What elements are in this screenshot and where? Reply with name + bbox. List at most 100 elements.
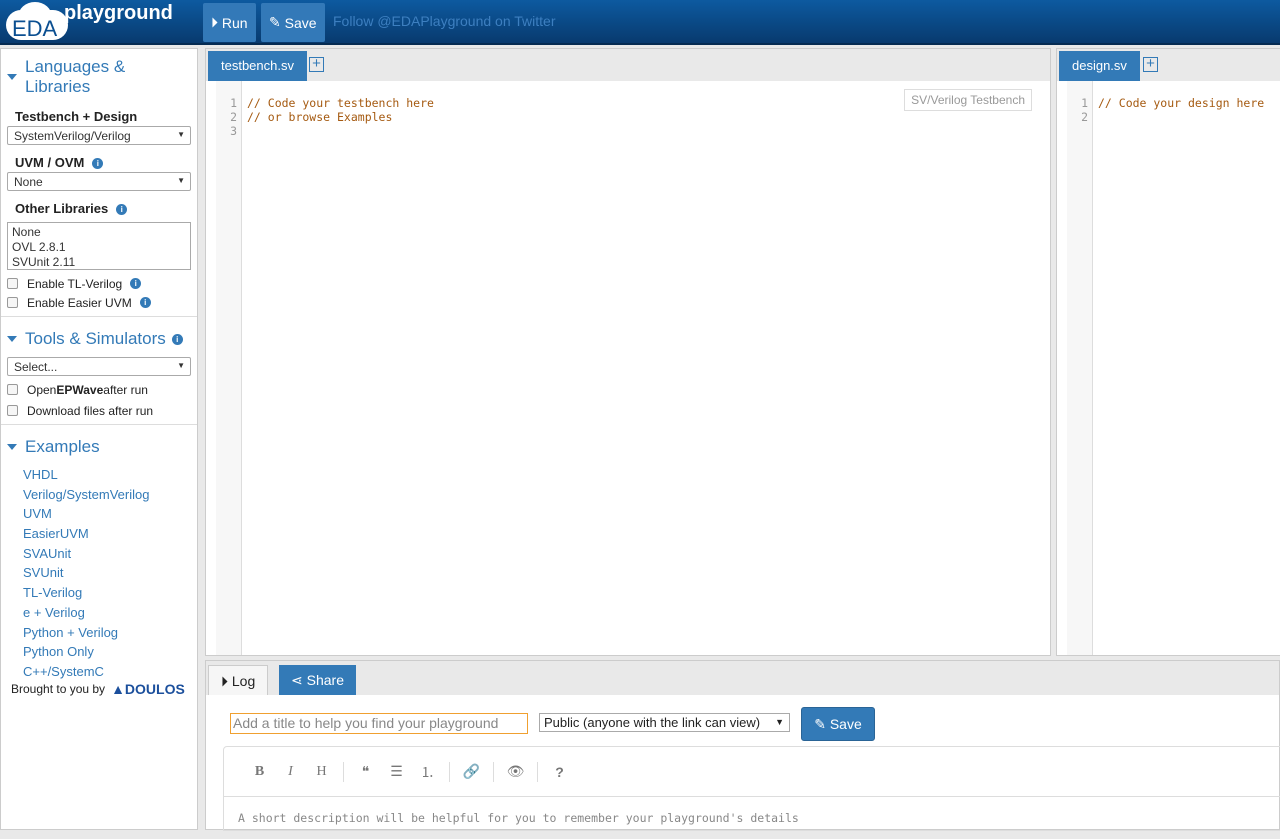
tab-share[interactable]: ⋖ Share: [279, 665, 356, 695]
example-link[interactable]: EasierUVM: [1, 524, 197, 544]
design-code[interactable]: // Code your design here: [1098, 96, 1264, 110]
epwave-post: after run: [103, 382, 148, 397]
bold-icon[interactable]: B: [244, 764, 275, 780]
example-link[interactable]: Python + Verilog: [1, 623, 197, 643]
testbench-panel: testbench.sv + 123 // Code your testbenc…: [205, 48, 1051, 656]
example-link[interactable]: e + Verilog: [1, 603, 197, 623]
list-option[interactable]: SVUnit 2.11: [12, 255, 186, 270]
list-option[interactable]: OVL 2.8.1: [12, 240, 186, 255]
preview-eye-icon[interactable]: 👁: [500, 763, 531, 780]
doulos-text: DOULOS: [124, 681, 185, 697]
editor-language-hint: SV/Verilog Testbench: [904, 89, 1032, 111]
bottom-panel: ⏵ Log ⋖ Share Add a title to help you fi…: [205, 660, 1280, 831]
line-number: 2: [230, 110, 237, 124]
logo-eda: EDA: [12, 16, 58, 41]
pencil-icon: ✎: [814, 715, 830, 732]
list-option[interactable]: None: [12, 225, 186, 240]
logo-playground: playground: [64, 2, 173, 24]
italic-icon[interactable]: I: [275, 764, 306, 780]
languages-section-toggle[interactable]: Languages & Libraries: [1, 49, 197, 105]
tab-log[interactable]: ⏵ Log: [208, 665, 269, 695]
testbench-label: Testbench + Design: [15, 109, 138, 124]
add-file-icon[interactable]: +: [309, 56, 324, 72]
line-numbers: 12: [1067, 81, 1093, 655]
title-input[interactable]: Add a title to help you find your playgr…: [230, 713, 528, 734]
line-number: 2: [1081, 110, 1088, 124]
line-number: 1: [1081, 96, 1088, 110]
testbench-editor[interactable]: 123 // Code your testbench here // or br…: [206, 81, 1050, 655]
easier-uvm-checkbox[interactable]: Enable Easier UVM i: [1, 293, 197, 312]
share-label: Share: [306, 672, 344, 688]
example-link[interactable]: C++/SystemC: [1, 662, 197, 682]
info-icon[interactable]: i: [139, 297, 151, 308]
description-editor: B I H ❝ ☰ ⒈ 🔗 👁 ? A short description wi…: [223, 746, 1280, 831]
example-link[interactable]: VHDL: [1, 465, 197, 485]
brought-text: Brought to you by: [11, 682, 106, 696]
ordered-list-icon[interactable]: ⒈: [412, 762, 443, 782]
languages-title: Languages & Libraries: [25, 57, 126, 96]
pencil-icon: ✎: [269, 14, 285, 30]
link-icon[interactable]: 🔗: [456, 763, 487, 780]
info-icon[interactable]: i: [116, 204, 128, 216]
description-textarea[interactable]: A short description will be helpful for …: [224, 797, 1280, 839]
epwave-pre: Open: [27, 382, 57, 397]
add-file-icon[interactable]: +: [1143, 56, 1158, 72]
info-icon[interactable]: i: [130, 278, 142, 289]
testbench-code[interactable]: // Code your testbench here // or browse…: [247, 96, 434, 124]
open-epwave-checkbox[interactable]: Open EPWave after run: [1, 380, 197, 399]
examples-section-toggle[interactable]: Examples: [1, 429, 197, 465]
line-number: 3: [230, 124, 237, 138]
quote-icon[interactable]: ❝: [350, 763, 381, 780]
tools-section-toggle[interactable]: Tools & Simulators i: [1, 321, 197, 357]
design-panel: design.sv + 12 // Code your design here: [1056, 48, 1280, 656]
example-link[interactable]: TL-Verilog: [1, 583, 197, 603]
download-files-checkbox[interactable]: Download files after run: [1, 401, 197, 420]
share-save-button[interactable]: ✎ Save: [801, 707, 875, 741]
tl-verilog-checkbox[interactable]: Enable TL-Verilog i: [1, 274, 197, 293]
checkbox-label: Enable Easier UVM: [27, 295, 132, 310]
example-link[interactable]: UVM: [1, 504, 197, 524]
log-label: Log: [231, 673, 256, 689]
twitter-follow-link[interactable]: Follow @EDAPlayground on Twitter: [333, 13, 556, 29]
doulos-logo[interactable]: ▲DOULOS: [111, 681, 185, 697]
save-button[interactable]: ✎ Save: [261, 3, 325, 42]
design-editor[interactable]: 12 // Code your design here: [1057, 81, 1280, 655]
examples-list: VHDL Verilog/SystemVerilog UVM EasierUVM…: [1, 465, 197, 682]
visibility-select[interactable]: Public (anyone with the link can view): [539, 713, 790, 732]
example-link[interactable]: SVAUnit: [1, 544, 197, 564]
sidebar: Languages & Libraries Testbench + Design…: [0, 48, 198, 830]
uvm-select[interactable]: None: [7, 172, 191, 191]
caret-down-icon: [7, 74, 17, 80]
checkbox-label: Download files after run: [27, 403, 154, 418]
example-link[interactable]: SVUnit: [1, 563, 197, 583]
checkbox-label: Enable TL-Verilog: [27, 276, 123, 291]
help-icon[interactable]: ?: [544, 764, 575, 780]
unordered-list-icon[interactable]: ☰: [381, 763, 412, 780]
example-link[interactable]: Python Only: [1, 642, 197, 662]
tab-design[interactable]: design.sv: [1059, 51, 1140, 81]
other-label-text: Other Libraries: [15, 201, 109, 216]
testbench-select[interactable]: SystemVerilog/Verilog: [7, 126, 191, 145]
examples-title: Examples: [25, 437, 100, 456]
info-icon[interactable]: i: [92, 158, 104, 170]
other-libraries-list[interactable]: None OVL 2.8.1 SVUnit 2.11: [7, 222, 191, 270]
markdown-toolbar: B I H ❝ ☰ ⒈ 🔗 👁 ?: [224, 747, 1280, 797]
save-label: Save: [284, 14, 317, 31]
epwave-bold: EPWave: [56, 382, 104, 397]
other-libraries-label: Other Libraries i: [1, 197, 197, 218]
run-button[interactable]: ⏵ Run: [203, 3, 256, 42]
heading-icon[interactable]: H: [306, 764, 337, 780]
brought-by: Brought to you by ▲DOULOS: [11, 681, 185, 697]
uvm-label-text: UVM / OVM: [15, 155, 85, 170]
save-label: Save: [829, 716, 862, 732]
top-header: EDA playground ⏵ Run ✎ Save Follow @EDAP…: [0, 0, 1280, 45]
play-icon: ⏵: [211, 14, 222, 30]
example-link[interactable]: Verilog/SystemVerilog: [1, 485, 197, 505]
play-icon: ⏵: [221, 673, 232, 689]
tab-testbench[interactable]: testbench.sv: [208, 51, 307, 81]
share-icon: ⋖: [291, 672, 307, 688]
line-number: 1: [230, 96, 237, 110]
simulator-select[interactable]: Select...: [7, 357, 191, 376]
info-icon[interactable]: i: [171, 333, 183, 345]
eda-playground-logo[interactable]: EDA playground: [4, 2, 184, 42]
